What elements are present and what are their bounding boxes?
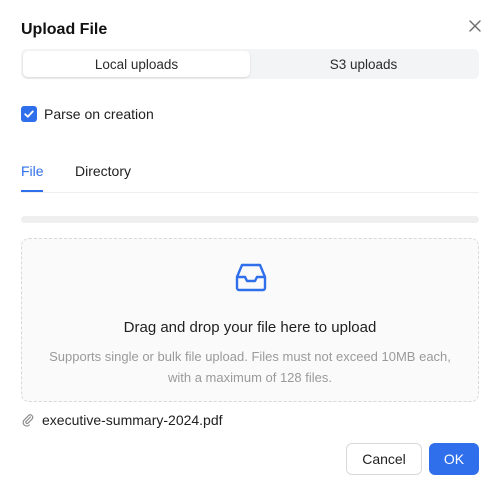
tab-s3-uploads[interactable]: S3 uploads bbox=[250, 51, 477, 77]
upload-file-dialog: Upload File Local uploads S3 uploads Par… bbox=[0, 0, 500, 490]
dropzone-title: Drag and drop your file here to upload bbox=[123, 319, 377, 336]
cancel-button[interactable]: Cancel bbox=[346, 443, 422, 475]
ok-button[interactable]: OK bbox=[429, 443, 479, 475]
tab-directory[interactable]: Directory bbox=[75, 160, 131, 182]
upload-progress-bar bbox=[21, 216, 479, 223]
tab-file[interactable]: File bbox=[21, 160, 44, 182]
parse-on-creation-option[interactable]: Parse on creation bbox=[21, 106, 154, 122]
file-dropzone[interactable]: Drag and drop your file here to upload S… bbox=[21, 238, 479, 402]
tab-local-uploads[interactable]: Local uploads bbox=[23, 51, 250, 77]
dropzone-hint: Supports single or bulk file upload. Fil… bbox=[49, 349, 451, 385]
file-list-item[interactable]: executive-summary-2024.pdf bbox=[21, 412, 223, 428]
upload-type-tabs: File Directory bbox=[21, 160, 479, 193]
parse-on-creation-checkbox[interactable] bbox=[21, 106, 37, 122]
close-icon[interactable] bbox=[466, 17, 484, 35]
paperclip-icon bbox=[22, 414, 34, 427]
file-name: executive-summary-2024.pdf bbox=[42, 412, 223, 428]
parse-on-creation-label: Parse on creation bbox=[44, 106, 154, 122]
checkmark-icon bbox=[24, 110, 34, 118]
upload-source-switch: Local uploads S3 uploads bbox=[21, 49, 479, 79]
active-tab-indicator bbox=[21, 190, 43, 192]
inbox-icon bbox=[235, 263, 267, 292]
dialog-title: Upload File bbox=[21, 21, 108, 38]
